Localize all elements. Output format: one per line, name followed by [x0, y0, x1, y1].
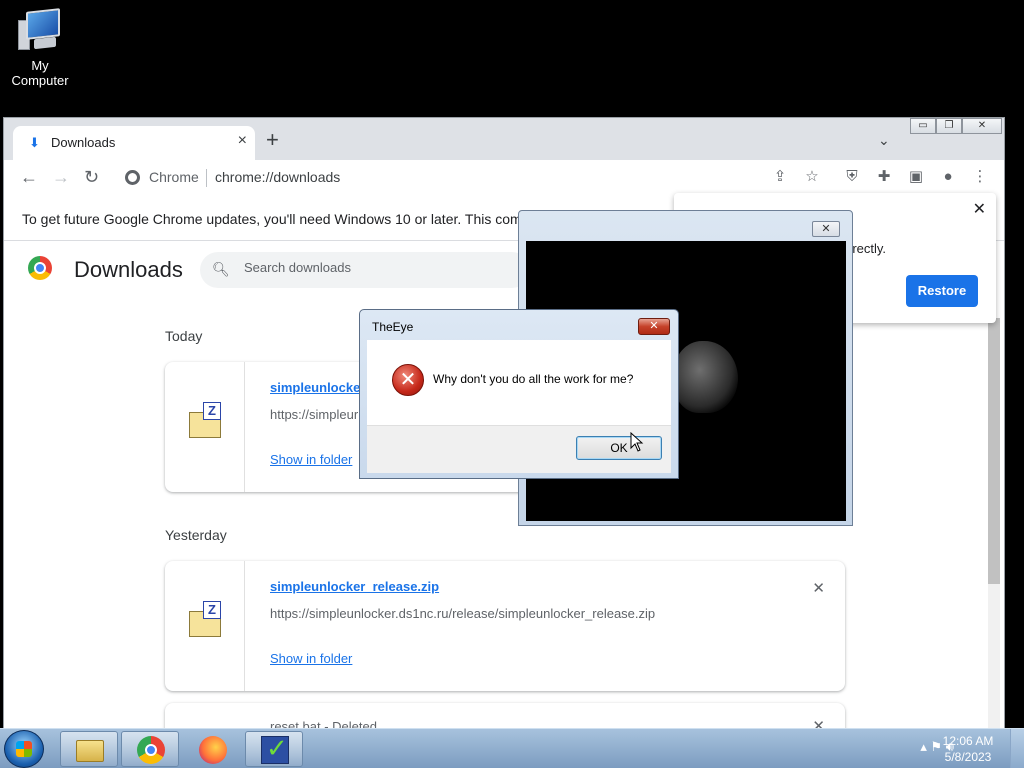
- search-icon: 🔍︎: [212, 261, 230, 277]
- start-button-windows-icon[interactable]: [4, 730, 44, 768]
- dialog-close-button[interactable]: ✕: [638, 318, 670, 335]
- folder-icon: [76, 740, 104, 762]
- desktop-icon-my-computer[interactable]: My Computer: [2, 8, 78, 88]
- search-downloads[interactable]: 🔍︎: [200, 252, 530, 288]
- restore-button[interactable]: Restore: [906, 275, 978, 307]
- restore-button[interactable]: ❐: [936, 118, 962, 134]
- chrome-icon: [125, 170, 140, 185]
- omnibox-separator: [206, 169, 207, 187]
- chrome-logo-icon: [28, 256, 52, 280]
- theeye-app-icon: [261, 733, 289, 764]
- chrome-icon: [137, 736, 165, 764]
- download-icon: ⬇: [29, 135, 40, 150]
- clock-date: 5/8/2023: [944, 750, 992, 764]
- tab-title: Downloads: [51, 135, 116, 150]
- show-in-folder-link[interactable]: Show in folder: [270, 452, 352, 467]
- taskbar-theeye-button[interactable]: [245, 731, 303, 767]
- download-url: https://simpleunlocker.ds1nc.ru/release/…: [270, 606, 656, 621]
- dialog-message: Why don't you do all the work for me?: [433, 372, 634, 386]
- new-tab-button[interactable]: +: [266, 129, 279, 151]
- section-label-yesterday: Yesterday: [165, 527, 227, 543]
- forward-arrow-icon[interactable]: →: [52, 167, 70, 187]
- error-dialog: TheEye ✕ ✕ Why don't you do all the work…: [359, 309, 679, 479]
- toolbar: ← → ↻ Chrome chrome://downloads ⇪ ☆ ⛨ ✚ …: [4, 160, 1004, 196]
- taskbar-chrome-button[interactable]: [121, 731, 179, 767]
- page-title: Downloads: [74, 257, 183, 282]
- address-bar[interactable]: Chrome chrome://downloads: [117, 163, 757, 193]
- eye-image: [674, 341, 738, 413]
- section-label-today: Today: [165, 328, 203, 344]
- download-file-name[interactable]: simpleunlocker_: [270, 380, 373, 395]
- show-in-folder-link[interactable]: Show in folder: [270, 651, 352, 666]
- infobar-text: To get future Google Chrome updates, you…: [22, 211, 554, 227]
- zip-file-icon: Z: [165, 561, 245, 691]
- back-arrow-icon[interactable]: ←: [20, 167, 38, 187]
- taskbar: ▴ ⚑ 🔊︎ 12:06 AM 5/8/2023: [0, 728, 1024, 768]
- bubble-close-icon[interactable]: ✕: [973, 199, 986, 219]
- tab-close-icon[interactable]: ×: [238, 132, 247, 150]
- side-panel-icon[interactable]: ▣: [906, 168, 926, 186]
- bubble-text: rrectly.: [848, 241, 887, 256]
- firefox-icon: [199, 736, 227, 764]
- tab-strip: ⬇ Downloads × + ⌄ ▭ ❐ ✕: [4, 118, 1004, 160]
- reload-icon[interactable]: ↻: [84, 167, 99, 187]
- minimize-button[interactable]: ▭: [910, 118, 936, 134]
- menu-kebab-icon[interactable]: ⋮: [970, 168, 990, 186]
- dialog-body: ✕ Why don't you do all the work for me? …: [367, 340, 671, 473]
- taskbar-firefox-button[interactable]: [183, 731, 241, 767]
- mouse-cursor-icon: [630, 432, 644, 452]
- ok-button[interactable]: OK: [576, 436, 662, 460]
- download-item-partial: reset.bat - Deleted ✕: [165, 703, 845, 728]
- omnibox-label: Chrome: [149, 169, 199, 185]
- clock-time: 12:06 AM: [942, 734, 994, 748]
- show-desktop-button[interactable]: [1010, 729, 1024, 768]
- zip-file-icon: Z: [165, 362, 245, 492]
- share-icon[interactable]: ⇪: [770, 168, 790, 186]
- download-file-name[interactable]: simpleunlocker_release.zip: [270, 579, 439, 594]
- error-x-icon: ✕: [392, 364, 424, 396]
- download-item: Z simpleunlocker_release.zip https://sim…: [165, 561, 845, 691]
- omnibox-url[interactable]: chrome://downloads: [215, 169, 340, 185]
- tab-downloads[interactable]: ⬇ Downloads ×: [13, 126, 255, 160]
- dialog-title: TheEye: [372, 320, 414, 334]
- extensions-puzzle-icon[interactable]: ✚: [874, 168, 894, 186]
- remove-item-close-icon[interactable]: ✕: [812, 579, 825, 597]
- window-close-button[interactable]: ✕: [962, 118, 1002, 134]
- taskbar-explorer-button[interactable]: [60, 731, 118, 767]
- eye-window-close-button[interactable]: ✕: [812, 221, 840, 237]
- desktop-icon-label: My Computer: [11, 58, 69, 88]
- scrollbar-thumb[interactable]: [988, 318, 1000, 584]
- download-url: https://simpleur: [270, 407, 359, 422]
- computer-icon: [16, 8, 64, 54]
- profile-avatar-icon[interactable]: ●: [938, 168, 958, 186]
- tab-search-chevron-icon[interactable]: ⌄: [878, 132, 890, 149]
- ublock-shield-icon[interactable]: ⛨: [842, 168, 862, 186]
- bookmark-star-icon[interactable]: ☆: [802, 168, 822, 186]
- taskbar-clock[interactable]: 12:06 AM 5/8/2023: [938, 733, 998, 765]
- search-input[interactable]: [244, 260, 514, 275]
